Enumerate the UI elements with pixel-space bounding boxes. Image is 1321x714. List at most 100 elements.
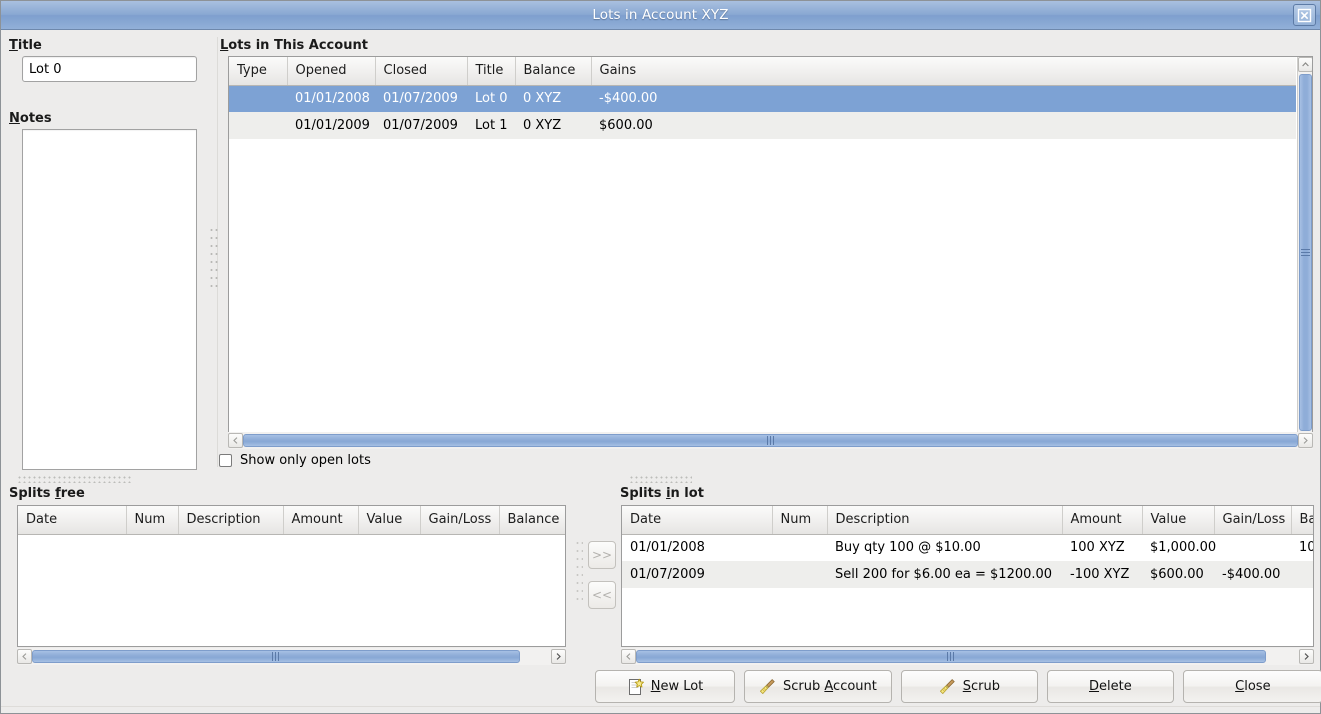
lots-col-title[interactable]: Title	[467, 57, 515, 85]
sf-col-description[interactable]: Description	[178, 506, 283, 534]
lot-balance: 0 XYZ	[515, 85, 591, 112]
splits-free-label: Splits free	[9, 486, 85, 501]
sl-col-gainloss[interactable]: Gain/Loss	[1214, 506, 1291, 534]
move-to-lot-button[interactable]: >>	[588, 541, 616, 569]
splits-free-table: Date Num Description Amount Value Gain/L…	[18, 506, 565, 535]
scroll-left-button[interactable]	[17, 649, 32, 664]
close-window-button[interactable]	[1293, 4, 1316, 26]
splits-in-lot-label: Splits in lot	[620, 486, 704, 501]
splits-in-lot-horizontal-scrollbar[interactable]	[621, 648, 1314, 665]
lots-col-type[interactable]: Type	[229, 57, 287, 85]
lot-title-input[interactable]	[22, 56, 197, 82]
sf-col-date[interactable]: Date	[18, 506, 126, 534]
close-icon	[1297, 8, 1312, 23]
table-row[interactable]: 01/07/2009 Sell 200 for $6.00 ea = $1200…	[622, 561, 1313, 588]
sl-col-balance[interactable]: Balance	[1291, 506, 1313, 534]
new-document-icon	[627, 678, 645, 696]
show-only-open-lots-checkbox[interactable]	[219, 454, 232, 467]
sl-col-date[interactable]: Date	[622, 506, 772, 534]
splits-in-lot-rest: n lot	[671, 486, 704, 501]
lots-col-closed[interactable]: Closed	[375, 57, 467, 85]
title-label-rest: itle	[18, 38, 42, 53]
sl-num	[772, 534, 827, 561]
sl-balance	[1291, 561, 1313, 588]
vertical-pane-splitter[interactable]	[209, 226, 218, 291]
splits-in-lot-header-row: Date Num Description Amount Value Gain/L…	[622, 506, 1313, 534]
new-lot-label: New Lot	[651, 679, 704, 694]
lots-vertical-scrollbar[interactable]	[1297, 57, 1312, 448]
sl-amount: 100 XYZ	[1062, 534, 1142, 561]
notes-field-label: Notes	[9, 111, 52, 126]
sf-col-value[interactable]: Value	[358, 506, 420, 534]
chevron-left-icon	[626, 653, 631, 660]
close-label: Close	[1235, 679, 1270, 694]
lot-notes-textarea[interactable]	[22, 129, 197, 470]
sl-col-num[interactable]: Num	[772, 506, 827, 534]
sl-gainloss	[1214, 534, 1291, 561]
sl-value: $600.00	[1142, 561, 1214, 588]
lots-col-opened[interactable]: Opened	[287, 57, 375, 85]
move-from-lot-button[interactable]: <<	[588, 581, 616, 609]
scroll-right-button[interactable]	[1299, 649, 1314, 664]
new-lot-button[interactable]: New Lot	[595, 670, 735, 703]
lots-table: Type Opened Closed Title Balance Gains 0…	[229, 57, 1296, 139]
chevron-left-icon	[22, 653, 27, 660]
sl-gainloss: -$400.00	[1214, 561, 1291, 588]
delete-button[interactable]: Delete	[1047, 670, 1174, 703]
sl-col-amount[interactable]: Amount	[1062, 506, 1142, 534]
scrub-account-mnemonic: A	[824, 679, 833, 694]
scroll-thumb-vertical[interactable]	[1299, 74, 1312, 431]
lots-horizontal-scrollbar[interactable]	[228, 432, 1313, 449]
title-field-label: Title	[9, 38, 42, 53]
lot-gains: -$400.00	[591, 85, 1296, 112]
sl-col-description[interactable]: Description	[827, 506, 1062, 534]
scroll-up-button[interactable]	[1298, 57, 1313, 72]
scroll-right-button[interactable]	[1298, 433, 1313, 448]
scroll-track-horizontal[interactable]	[243, 433, 1298, 448]
sl-col-value[interactable]: Value	[1142, 506, 1214, 534]
table-row[interactable]: 01/01/2009 01/07/2009 Lot 1 0 XYZ $600.0…	[229, 112, 1296, 139]
splits-pane-splitter[interactable]	[575, 539, 583, 603]
lots-table-header-row: Type Opened Closed Title Balance Gains	[229, 57, 1296, 85]
sl-date: 01/01/2008	[622, 534, 772, 561]
sf-col-amount[interactable]: Amount	[283, 506, 358, 534]
horizontal-splitter-right[interactable]	[629, 475, 692, 483]
show-only-open-lots-row[interactable]: Show only open lots	[219, 453, 371, 468]
scroll-thumb-horizontal[interactable]	[243, 434, 1298, 447]
chevron-right-icon	[556, 653, 561, 660]
horizontal-splitter-left[interactable]	[17, 475, 132, 483]
sl-value: $1,000.00	[1142, 534, 1214, 561]
scroll-left-button[interactable]	[621, 649, 636, 664]
close-button[interactable]: Close	[1183, 670, 1321, 703]
lots-col-balance[interactable]: Balance	[515, 57, 591, 85]
scrub-label: Scrub	[963, 679, 1000, 694]
sf-col-num[interactable]: Num	[126, 506, 178, 534]
lots-col-gains[interactable]: Gains	[591, 57, 1296, 85]
scroll-thumb-horizontal[interactable]	[32, 650, 520, 663]
scroll-track-horizontal[interactable]	[636, 649, 1299, 664]
scroll-left-button[interactable]	[228, 433, 243, 448]
sl-date: 01/07/2009	[622, 561, 772, 588]
table-row[interactable]: 01/01/2008 Buy qty 100 @ $10.00 100 XYZ …	[622, 534, 1313, 561]
sl-balance: 100 XYZ	[1291, 534, 1313, 561]
scrub-button[interactable]: Scrub	[901, 670, 1038, 703]
show-only-open-lots-label: Show only open lots	[240, 453, 371, 468]
scrub-account-button[interactable]: Scrub Account	[744, 670, 892, 703]
sl-num	[772, 561, 827, 588]
splits-free-label-rest: ree	[61, 486, 85, 501]
lots-table-body: 01/01/2008 01/07/2009 Lot 0 0 XYZ -$400.…	[229, 85, 1296, 139]
bottom-divider	[1, 706, 1320, 707]
table-row[interactable]: 01/01/2008 01/07/2009 Lot 0 0 XYZ -$400.…	[229, 85, 1296, 112]
splits-in-lot-table-body: 01/01/2008 Buy qty 100 @ $10.00 100 XYZ …	[622, 534, 1313, 588]
scroll-track-horizontal[interactable]	[32, 649, 551, 664]
sf-col-gainloss[interactable]: Gain/Loss	[420, 506, 499, 534]
sl-amount: -100 XYZ	[1062, 561, 1142, 588]
splits-free-horizontal-scrollbar[interactable]	[17, 648, 566, 665]
sf-col-balance[interactable]: Balance	[499, 506, 565, 534]
scroll-grip-icon	[1301, 249, 1310, 256]
scroll-grip-icon	[767, 436, 774, 445]
scroll-right-button[interactable]	[551, 649, 566, 664]
splits-free-table-frame: Date Num Description Amount Value Gain/L…	[17, 505, 566, 647]
lots-table-frame: Type Opened Closed Title Balance Gains 0…	[228, 56, 1313, 449]
scroll-thumb-horizontal[interactable]	[636, 650, 1266, 663]
